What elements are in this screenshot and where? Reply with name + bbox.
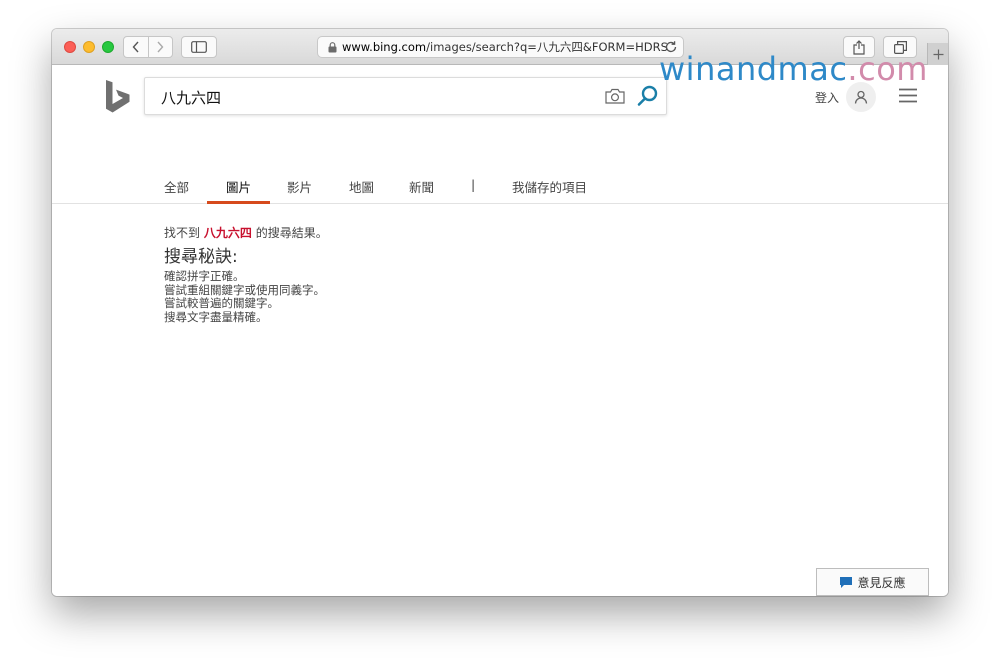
tip-item: 搜尋文字盡量精確。 (164, 309, 268, 324)
tip-item: 嘗試重組關鍵字或使用同義字。 (164, 282, 325, 297)
tab-news[interactable]: 新聞 (408, 177, 435, 204)
feedback-icon (840, 576, 853, 588)
no-results-panel: 找不到 八九六四 的搜尋結果。 搜尋秘訣: 確認拼字正確。 嘗試重組關鍵字或使用… (164, 224, 328, 324)
watermark-main: winandmac (659, 50, 848, 88)
sidebar-icon (191, 41, 207, 53)
tips-title: 搜尋秘訣: (164, 247, 238, 267)
watermark-suffix: .com (847, 50, 928, 88)
no-results-message: 找不到 八九六四 的搜尋結果。 (164, 224, 328, 241)
feedback-label: 意見反應 (857, 575, 906, 590)
scope-divider: | (471, 177, 476, 192)
url-path: /images/search?q=八九六四&FORM=HDRS (426, 40, 668, 54)
browser-window: www.bing.com/images/search?q=八九六四&FORM=H… (52, 29, 948, 596)
lock-icon (328, 42, 337, 53)
new-tab-button[interactable] (927, 43, 948, 65)
tab-all[interactable]: 全部 (163, 177, 190, 204)
nav-buttons (123, 36, 173, 58)
bing-logo-icon (106, 80, 130, 113)
sidebar-toggle-button[interactable] (181, 36, 217, 58)
feedback-button[interactable]: 意見反應 (816, 568, 929, 596)
tip-item: 確認拼字正確。 (164, 269, 245, 283)
tip-item: 嘗試較普遍的關鍵字。 (164, 296, 279, 310)
search-input[interactable] (161, 87, 591, 107)
no-results-prefix: 找不到 (164, 226, 201, 240)
minimize-window-button[interactable] (83, 41, 95, 53)
close-window-button[interactable] (64, 41, 76, 53)
chevron-right-icon (157, 41, 164, 53)
zoom-window-button[interactable] (102, 41, 114, 53)
tab-images[interactable]: 圖片 (206, 177, 271, 204)
tab-maps[interactable]: 地圖 (348, 177, 375, 204)
camera-icon[interactable] (605, 88, 625, 104)
no-results-query: 八九六四 (203, 226, 252, 240)
scope-nav: 全部 圖片 影片 地圖 新聞 | 我儲存的項目 (52, 174, 948, 204)
url-host: www.bing.com (342, 40, 427, 54)
no-results-suffix: 的搜尋結果。 (255, 226, 328, 240)
hamburger-menu-icon[interactable] (898, 88, 918, 103)
forward-button[interactable] (149, 37, 173, 57)
user-icon (854, 90, 868, 104)
chevron-left-icon (132, 41, 139, 53)
tips-list: 確認拼字正確。 嘗試重組關鍵字或使用同義字。 嘗試較普遍的關鍵字。 搜尋文字盡量… (164, 269, 328, 324)
watermark: winandmac.com (659, 50, 928, 88)
signin-link[interactable]: 登入 (815, 89, 839, 106)
tab-my-saves[interactable]: 我儲存的項目 (511, 177, 588, 204)
bing-page: 登入 全部 圖片 影片 地圖 新聞 | 我儲存的項目 找不到 八九六四 的搜尋結… (52, 66, 948, 596)
search-box (144, 77, 667, 115)
back-button[interactable] (124, 37, 148, 57)
search-icon[interactable] (637, 85, 659, 107)
plus-icon (933, 49, 943, 59)
address-bar[interactable]: www.bing.com/images/search?q=八九六四&FORM=H… (317, 36, 684, 58)
url-text: www.bing.com/images/search?q=八九六四&FORM=H… (342, 39, 668, 55)
tab-videos[interactable]: 影片 (286, 177, 313, 204)
